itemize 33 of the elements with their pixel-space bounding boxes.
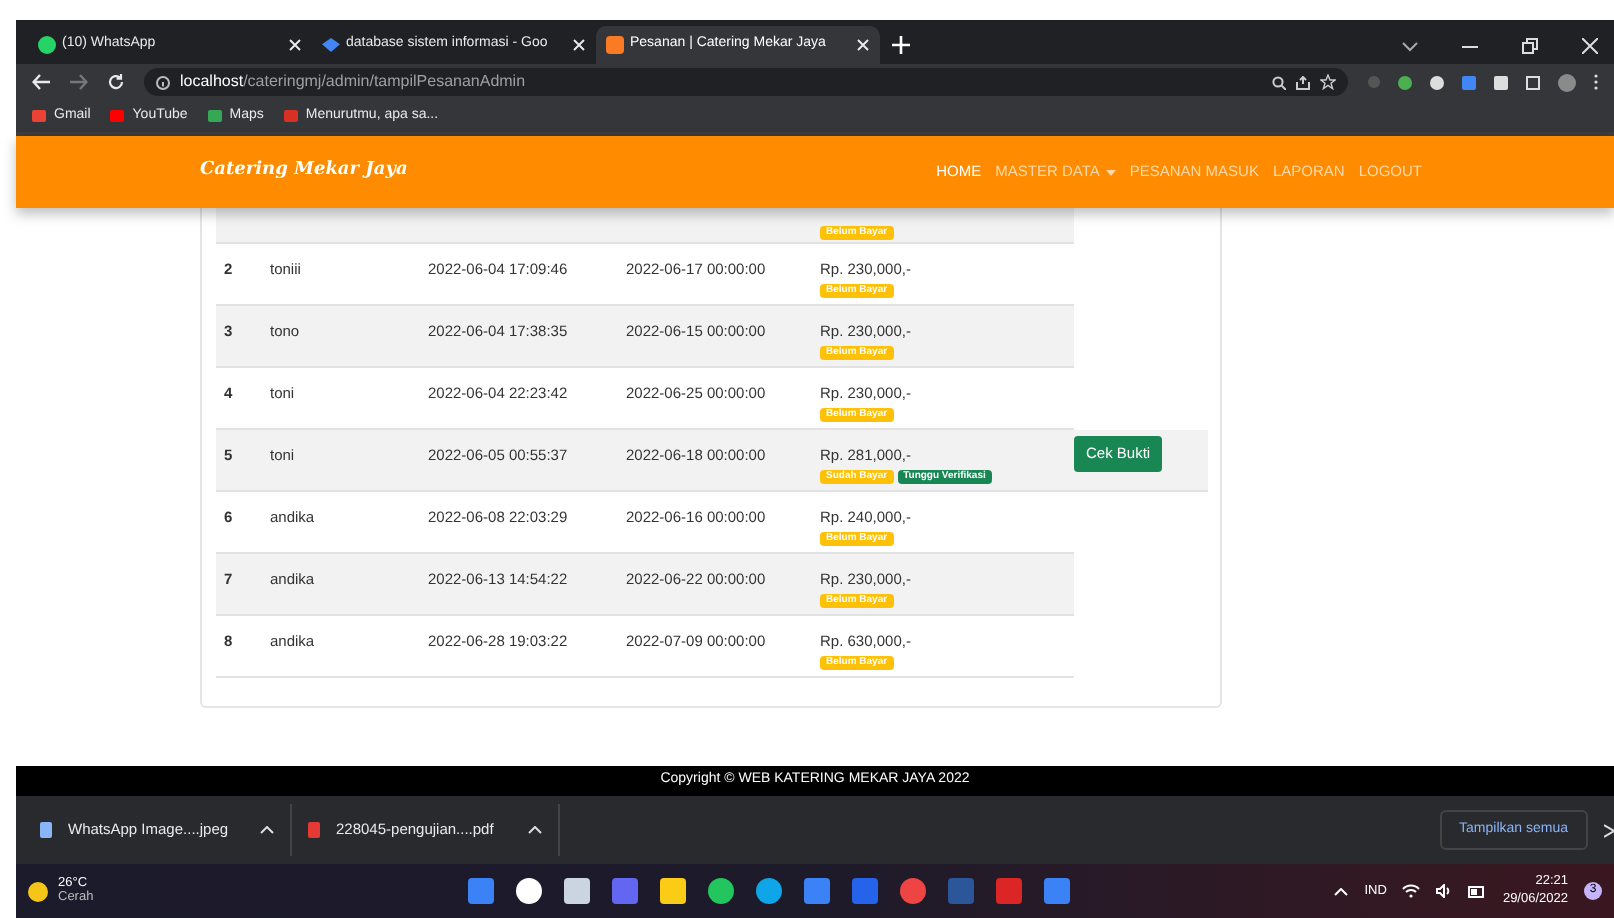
app-logo-icon xyxy=(606,36,624,54)
taskbar-app-icon[interactable] xyxy=(516,878,542,904)
cap-icon xyxy=(322,38,340,52)
chevron-up-icon[interactable] xyxy=(260,826,274,834)
star-icon[interactable] xyxy=(1320,74,1336,90)
speaker-icon[interactable] xyxy=(1436,884,1453,898)
chevron-up-icon[interactable] xyxy=(528,826,542,834)
extension-icon[interactable] xyxy=(1430,75,1444,89)
chat-bubble-icon xyxy=(38,36,56,54)
minimize-icon[interactable] xyxy=(1462,45,1478,47)
caret-icon xyxy=(1105,169,1116,175)
battery-icon[interactable] xyxy=(1468,885,1487,897)
extension-icon[interactable] xyxy=(1398,75,1412,89)
avatar-icon[interactable] xyxy=(1558,73,1576,91)
back-arrow-icon[interactable] xyxy=(32,74,50,90)
wifi-icon[interactable] xyxy=(1402,884,1421,898)
moon-icon xyxy=(28,881,48,901)
address-field[interactable]: localhost/cateringmj/admin/tampilPesananAdmin xyxy=(144,68,1348,96)
zoom-icon[interactable] xyxy=(1272,75,1286,89)
taskbar-app-icon[interactable] xyxy=(708,878,734,904)
url-text: localhost/cateringmj/admin/tampilPesananAdmin xyxy=(180,70,526,94)
taskbar-app-icon[interactable] xyxy=(756,878,782,904)
reload-icon[interactable] xyxy=(108,74,124,90)
share-icon[interactable] xyxy=(1296,75,1310,89)
file-icon xyxy=(40,822,52,838)
info-icon xyxy=(156,75,170,89)
plus-icon[interactable] xyxy=(892,36,910,54)
pdf-file-icon xyxy=(308,822,320,838)
restore-icon[interactable] xyxy=(1522,38,1538,54)
chevron-down-icon[interactable] xyxy=(1402,41,1418,51)
forward-arrow-icon[interactable] xyxy=(70,74,88,90)
sidebar-icon[interactable] xyxy=(1526,75,1540,89)
puzzle-icon[interactable] xyxy=(1494,75,1508,89)
